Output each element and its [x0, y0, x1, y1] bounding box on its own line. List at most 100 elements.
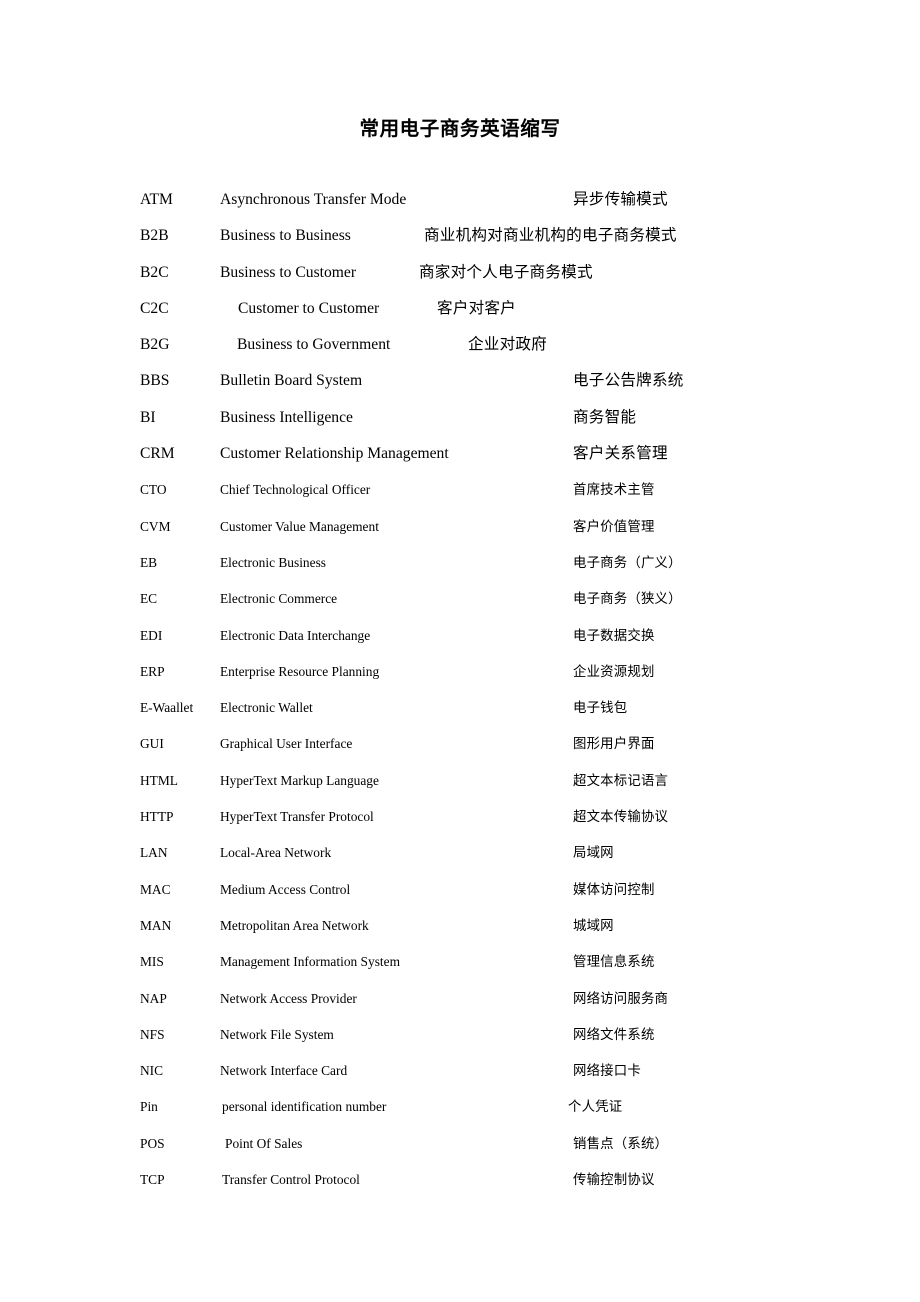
table-row: BI Business Intelligence 商务智能: [0, 408, 920, 444]
table-row: NAP Network Access Provider 网络访问服务商: [0, 989, 920, 1025]
chinese-translation-cell: 商业机构对商业机构的电子商务模式: [424, 227, 677, 245]
table-row: NIC Network Interface Card 网络接口卡: [0, 1061, 920, 1097]
abbreviation-cell: GUI: [140, 736, 164, 752]
english-term-cell: Metropolitan Area Network: [220, 917, 369, 933]
chinese-translation-cell: 企业对政府: [468, 336, 547, 354]
table-row: TCP Transfer Control Protocol 传输控制协议: [0, 1170, 920, 1206]
english-term-cell: Electronic Wallet: [220, 700, 313, 716]
english-term-cell: HyperText Transfer Protocol: [220, 809, 374, 825]
table-row: EB Electronic Business 电子商务（广义）: [0, 553, 920, 589]
chinese-translation-cell: 商务智能: [573, 408, 637, 426]
table-row: C2C Customer to Customer 客户对客户: [0, 299, 920, 335]
abbreviation-cell: Pin: [140, 1099, 158, 1115]
abbreviation-cell: B2B: [140, 227, 169, 245]
abbreviation-cell: MAN: [140, 917, 172, 933]
chinese-translation-cell: 超文本标记语言: [573, 772, 669, 788]
abbreviation-cell: C2C: [140, 299, 169, 317]
table-row: B2C Business to Customer 商家对个人电子商务模式: [0, 263, 920, 299]
english-term-cell: Business Intelligence: [220, 408, 353, 426]
chinese-translation-cell: 客户关系管理: [573, 445, 668, 463]
table-row: ATM Asynchronous Transfer Mode 异步传输模式: [0, 190, 920, 226]
abbreviation-cell: B2C: [140, 263, 169, 281]
table-row: GUI Graphical User Interface 图形用户界面: [0, 734, 920, 770]
chinese-translation-cell: 管理信息系统: [573, 954, 655, 970]
chinese-translation-cell: 网络访问服务商: [573, 990, 669, 1006]
abbreviation-cell: BBS: [140, 372, 170, 390]
english-term-cell: Enterprise Resource Planning: [220, 663, 380, 679]
english-term-cell: Local-Area Network: [220, 845, 332, 861]
chinese-translation-cell: 超文本传输协议: [573, 809, 669, 825]
chinese-translation-cell: 商家对个人电子商务模式: [419, 263, 593, 281]
english-term-cell: Business to Government: [237, 336, 391, 354]
english-term-cell: Asynchronous Transfer Mode: [220, 191, 407, 208]
english-term-cell: Network Access Provider: [220, 990, 357, 1006]
chinese-translation-cell: 媒体访问控制: [573, 881, 655, 897]
english-term-cell: Customer to Customer: [238, 299, 380, 317]
english-term-cell: Network Interface Card: [220, 1063, 348, 1079]
english-term-cell: Medium Access Control: [220, 881, 351, 897]
chinese-translation-cell: 首席技术主管: [573, 482, 655, 498]
abbreviation-cell: BI: [140, 408, 156, 426]
chinese-translation-cell: 个人凭证: [568, 1099, 623, 1115]
chinese-translation-cell: 销售点（系统）: [573, 1135, 669, 1151]
english-term-cell: Management Information System: [220, 954, 400, 970]
table-row: ERP Enterprise Resource Planning 企业资源规划: [0, 662, 920, 698]
english-term-cell: HyperText Markup Language: [220, 772, 379, 788]
abbreviation-cell: ERP: [140, 663, 165, 679]
english-term-cell: Business to Business: [220, 227, 351, 245]
english-term-cell: Chief Technological Officer: [220, 482, 371, 498]
chinese-translation-cell: 客户价值管理: [573, 518, 655, 534]
abbreviation-cell: CRM: [140, 445, 175, 463]
abbreviation-cell: EB: [140, 554, 158, 570]
abbreviation-cell: MIS: [140, 954, 164, 970]
english-term-cell: Bulletin Board System: [220, 372, 363, 390]
abbreviation-cell: LAN: [140, 845, 168, 861]
table-row: CVM Customer Value Management 客户价值管理: [0, 517, 920, 553]
table-row: HTTP HyperText Transfer Protocol 超文本传输协议: [0, 807, 920, 843]
chinese-translation-cell: 企业资源规划: [573, 663, 655, 679]
chinese-translation-cell: 局域网: [573, 845, 614, 861]
table-row: B2B Business to Business 商业机构对商业机构的电子商务模式: [0, 226, 920, 262]
document-page: 常用电子商务英语缩写 ATM Asynchronous Transfer Mode…: [0, 0, 920, 1302]
table-row: HTML HyperText Markup Language 超文本标记语言: [0, 771, 920, 807]
table-row: CTO Chief Technological Officer 首席技术主管: [0, 480, 920, 516]
table-row: E-Waallet Electronic Wallet 电子钱包: [0, 698, 920, 734]
chinese-translation-cell: 异步传输模式: [573, 191, 668, 208]
abbreviation-cell: NIC: [140, 1063, 164, 1079]
abbreviation-table: ATM Asynchronous Transfer Mode 异步传输模式 B2B Bu…: [0, 190, 920, 1206]
chinese-translation-cell: 图形用户界面: [573, 736, 655, 752]
english-term-cell: Network File System: [220, 1026, 334, 1042]
abbreviation-cell: NFS: [140, 1026, 165, 1042]
chinese-translation-cell: 网络接口卡: [573, 1063, 641, 1079]
abbreviation-cell: NAP: [140, 990, 167, 1006]
table-row: MAN Metropolitan Area Network 城域网: [0, 916, 920, 952]
abbreviation-cell: HTTP: [140, 809, 174, 825]
page-title: 常用电子商务英语缩写: [359, 119, 561, 140]
chinese-translation-cell: 电子商务（狭义）: [573, 591, 682, 607]
abbreviation-cell: E-Waallet: [140, 700, 194, 716]
abbreviation-cell: POS: [140, 1135, 165, 1151]
english-term-cell: personal identification number: [222, 1099, 387, 1115]
abbreviation-cell: EDI: [140, 627, 163, 643]
table-row: MAC Medium Access Control 媒体访问控制: [0, 880, 920, 916]
english-term-cell: Electronic Data Interchange: [220, 627, 371, 643]
english-term-cell: Electronic Commerce: [220, 591, 338, 607]
english-term-cell: Customer Relationship Management: [220, 445, 449, 463]
table-row: B2G Business to Government 企业对政府: [0, 335, 920, 371]
table-row: BBS Bulletin Board System 电子公告牌系统: [0, 371, 920, 407]
abbreviation-cell: ATM: [140, 191, 173, 208]
chinese-translation-cell: 电子公告牌系统: [573, 372, 684, 390]
chinese-translation-cell: 传输控制协议: [573, 1172, 655, 1188]
chinese-translation-cell: 电子商务（广义）: [573, 554, 682, 570]
table-row: EDI Electronic Data Interchange 电子数据交换: [0, 626, 920, 662]
chinese-translation-cell: 网络文件系统: [573, 1026, 655, 1042]
english-term-cell: Transfer Control Protocol: [222, 1172, 360, 1188]
english-term-cell: Graphical User Interface: [220, 736, 353, 752]
chinese-translation-cell: 电子数据交换: [573, 627, 655, 643]
english-term-cell: Electronic Business: [220, 554, 326, 570]
chinese-translation-cell: 电子钱包: [573, 700, 628, 716]
abbreviation-cell: MAC: [140, 881, 171, 897]
table-row: Pin personal identification number 个人凭证: [0, 1097, 920, 1133]
abbreviation-cell: EC: [140, 591, 158, 607]
english-term-cell: Customer Value Management: [220, 518, 379, 534]
